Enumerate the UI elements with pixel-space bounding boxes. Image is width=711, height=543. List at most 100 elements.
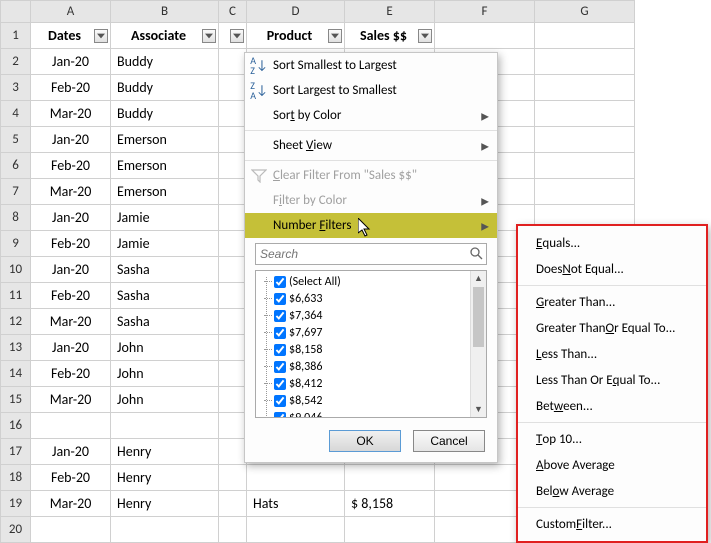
cancel-button[interactable]: Cancel <box>413 430 485 452</box>
cell[interactable] <box>535 127 635 153</box>
row-header[interactable]: 15 <box>1 387 31 413</box>
cell[interactable] <box>535 75 635 101</box>
cell[interactable] <box>31 517 111 543</box>
cell[interactable]: Henry <box>111 491 219 517</box>
cell[interactable]: Sasha <box>111 257 219 283</box>
cell[interactable] <box>219 491 247 517</box>
filter-value-item[interactable]: $9,046 <box>274 409 470 418</box>
cell[interactable]: Jamie <box>111 231 219 257</box>
row-header[interactable]: 4 <box>1 101 31 127</box>
filter-value-item[interactable]: $6,633 <box>274 290 470 307</box>
filter-dropdown-icon[interactable] <box>328 29 342 43</box>
search-input[interactable] <box>255 243 487 265</box>
row-header[interactable]: 11 <box>1 283 31 309</box>
row-header[interactable]: 7 <box>1 179 31 205</box>
filter-checkbox[interactable] <box>274 327 286 339</box>
filter-value-item[interactable]: $8,158 <box>274 341 470 358</box>
filter-above-average[interactable]: Above Average <box>518 452 706 478</box>
scroll-thumb[interactable] <box>473 287 484 347</box>
cell[interactable] <box>219 127 247 153</box>
row-header[interactable]: 19 <box>1 491 31 517</box>
row-header[interactable]: 2 <box>1 49 31 75</box>
cell[interactable]: Mar-20 <box>31 101 111 127</box>
cell[interactable] <box>219 257 247 283</box>
cell[interactable]: Buddy <box>111 49 219 75</box>
cell[interactable] <box>219 283 247 309</box>
cell[interactable] <box>345 517 435 543</box>
filter-greater-equal[interactable]: Greater Than Or Equal To... <box>518 315 706 341</box>
row-header[interactable]: 6 <box>1 153 31 179</box>
col-header-A[interactable]: A <box>31 1 111 23</box>
cell[interactable]: Emerson <box>111 179 219 205</box>
cell[interactable] <box>219 205 247 231</box>
cell[interactable]: John <box>111 387 219 413</box>
cell[interactable]: Hats <box>247 491 345 517</box>
cell[interactable]: Buddy <box>111 101 219 127</box>
filter-value-item[interactable]: $8,542 <box>274 392 470 409</box>
row-header[interactable]: 12 <box>1 309 31 335</box>
select-all-corner[interactable] <box>1 1 31 23</box>
cell[interactable] <box>535 179 635 205</box>
cell[interactable]: Henry <box>111 465 219 491</box>
cell[interactable]: Feb-20 <box>31 465 111 491</box>
filter-checkbox[interactable] <box>274 412 286 419</box>
filter-between[interactable]: Between... <box>518 393 706 419</box>
filter-top-10[interactable]: Top 10... <box>518 426 706 452</box>
cell[interactable]: Jan-20 <box>31 335 111 361</box>
filter-value-item[interactable]: $7,697 <box>274 324 470 341</box>
filter-dropdown-icon[interactable] <box>202 29 216 43</box>
cell[interactable]: Jan-20 <box>31 127 111 153</box>
cell[interactable] <box>219 413 247 439</box>
cell[interactable]: Henry <box>111 439 219 465</box>
cell[interactable]: Jan-20 <box>31 257 111 283</box>
filter-custom[interactable]: Custom Filter... <box>518 511 706 537</box>
filter-value-item[interactable]: $7,364 <box>274 307 470 324</box>
cell[interactable] <box>219 335 247 361</box>
cell[interactable]: Buddy <box>111 75 219 101</box>
filter-less-than[interactable]: Less Than... <box>518 341 706 367</box>
cell[interactable] <box>111 517 219 543</box>
filter-dropdown-icon[interactable] <box>94 29 108 43</box>
row-header[interactable]: 10 <box>1 257 31 283</box>
filter-greater-than[interactable]: Greater Than... <box>518 289 706 315</box>
filter-checkbox[interactable] <box>274 395 286 407</box>
row-header[interactable]: 14 <box>1 361 31 387</box>
sheet-view[interactable]: Sheet View ▶ <box>245 133 497 158</box>
cell[interactable]: Feb-20 <box>31 153 111 179</box>
cell[interactable]: Mar-20 <box>31 387 111 413</box>
filter-checkbox[interactable] <box>274 344 286 356</box>
cell[interactable] <box>535 153 635 179</box>
cell[interactable]: Mar-20 <box>31 179 111 205</box>
sort-ascending[interactable]: AZ↓ Sort Smallest to Largest <box>245 53 497 78</box>
cell[interactable]: Mar-20 <box>31 491 111 517</box>
col-header-D[interactable]: D <box>247 1 345 23</box>
col-header-C[interactable]: C <box>219 1 247 23</box>
cell[interactable] <box>219 361 247 387</box>
row-header[interactable]: 9 <box>1 231 31 257</box>
row-header[interactable]: 13 <box>1 335 31 361</box>
filter-value-item[interactable]: $8,386 <box>274 358 470 375</box>
filter-dropdown-icon[interactable] <box>418 29 432 43</box>
filter-dropdown-icon[interactable] <box>230 29 244 43</box>
cell[interactable]: Feb-20 <box>31 361 111 387</box>
filter-checkbox[interactable] <box>274 276 286 288</box>
cell[interactable] <box>219 387 247 413</box>
filter-value-item[interactable]: (Select All) <box>274 273 470 290</box>
filter-checkbox[interactable] <box>274 293 286 305</box>
filter-value-item[interactable]: $8,412 <box>274 375 470 392</box>
col-header-E[interactable]: E <box>345 1 435 23</box>
cell[interactable]: Feb-20 <box>31 231 111 257</box>
scrollbar[interactable]: ▲ ▼ <box>470 271 486 417</box>
cell[interactable] <box>535 101 635 127</box>
cell[interactable] <box>219 517 247 543</box>
ok-button[interactable]: OK <box>329 430 401 452</box>
cell[interactable] <box>535 49 635 75</box>
cell[interactable]: Emerson <box>111 153 219 179</box>
cell[interactable] <box>219 153 247 179</box>
cell[interactable] <box>435 23 535 49</box>
cell[interactable] <box>247 517 345 543</box>
cell[interactable] <box>219 49 247 75</box>
col-header-B[interactable]: B <box>111 1 219 23</box>
filter-less-equal[interactable]: Less Than Or Equal To... <box>518 367 706 393</box>
cell[interactable]: Jamie <box>111 205 219 231</box>
